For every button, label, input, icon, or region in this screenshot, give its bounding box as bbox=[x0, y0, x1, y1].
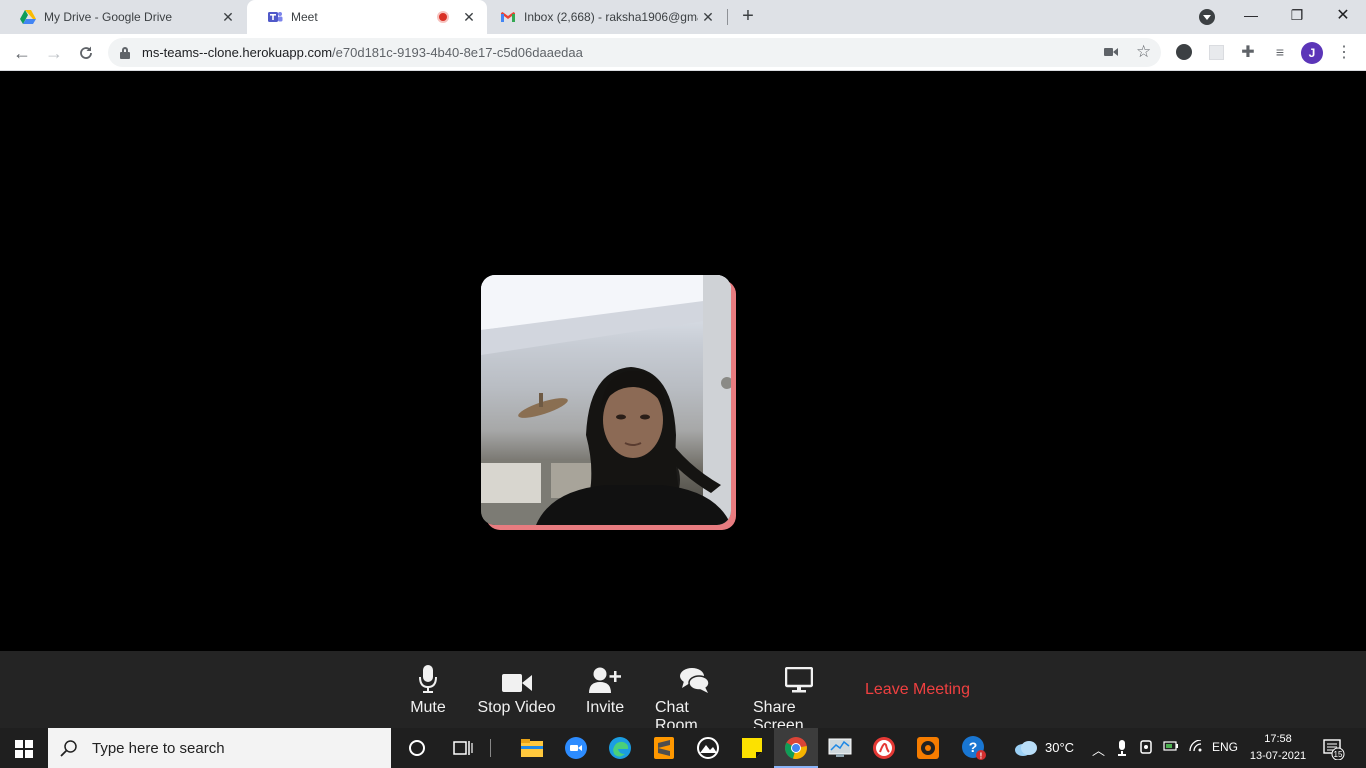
svg-text:!: ! bbox=[980, 752, 983, 761]
chat-room-button[interactable]: Chat Room bbox=[655, 663, 734, 735]
close-tab-icon[interactable]: ✕ bbox=[459, 7, 479, 27]
invite-label: Invite bbox=[585, 699, 625, 716]
share-screen-button[interactable]: Share Screen bbox=[753, 663, 845, 735]
search-icon bbox=[60, 740, 77, 757]
browser-toolbar: ← → ms-teams--clone.herokuapp.com/e70d18… bbox=[0, 34, 1366, 71]
new-tab-button[interactable]: + bbox=[737, 6, 759, 28]
photos-app-icon[interactable] bbox=[695, 736, 721, 760]
reload-icon bbox=[80, 46, 92, 59]
chrome-browser-icon[interactable] bbox=[783, 736, 809, 760]
chat-bubbles-icon bbox=[679, 668, 710, 693]
clock-date: 13-07-2021 bbox=[1249, 750, 1307, 762]
stop-video-button[interactable]: Stop Video bbox=[477, 663, 556, 717]
gmail-icon bbox=[501, 12, 515, 22]
weather-temperature[interactable]: 30°C bbox=[1045, 740, 1074, 755]
tab-gmail[interactable]: Inbox (2,668) - raksha1906@gma ✕ bbox=[488, 0, 726, 34]
sticky-notes-icon[interactable] bbox=[739, 736, 765, 760]
browser-menu-icon[interactable]: ⋮ bbox=[1334, 42, 1354, 62]
battery-icon[interactable] bbox=[1163, 740, 1179, 755]
acrobat-reader-icon[interactable] bbox=[871, 736, 897, 760]
profile-avatar[interactable]: J bbox=[1301, 42, 1323, 64]
edge-browser-icon[interactable] bbox=[607, 736, 633, 760]
wifi-icon[interactable] bbox=[1189, 739, 1203, 755]
restore-button[interactable]: ❐ bbox=[1274, 0, 1320, 30]
microphone-icon bbox=[419, 665, 437, 693]
close-window-button[interactable]: ✕ bbox=[1320, 0, 1366, 30]
close-tab-icon[interactable]: ✕ bbox=[698, 7, 718, 27]
cortana-icon[interactable] bbox=[404, 736, 430, 760]
search-placeholder: Type here to search bbox=[92, 739, 225, 757]
task-view-icon[interactable] bbox=[450, 736, 476, 760]
extension-icon[interactable] bbox=[1206, 42, 1226, 62]
windows-start-icon[interactable] bbox=[15, 740, 33, 758]
recording-indicator-icon bbox=[437, 11, 449, 23]
tab-title: Meet bbox=[291, 10, 318, 24]
tab-google-drive[interactable]: My Drive - Google Drive ✕ bbox=[0, 0, 246, 34]
system-clock[interactable]: 17:58 13-07-2021 bbox=[1244, 731, 1312, 765]
tab-separator bbox=[727, 9, 728, 25]
media-player-icon[interactable] bbox=[915, 736, 941, 760]
help-app-icon[interactable]: ?! bbox=[961, 736, 987, 760]
zoom-app-icon[interactable] bbox=[563, 736, 589, 760]
forward-button[interactable]: → bbox=[41, 40, 67, 66]
svg-text:?: ? bbox=[969, 739, 978, 755]
video-camera-icon bbox=[501, 674, 532, 692]
notification-center-icon[interactable]: 15 bbox=[1323, 738, 1345, 761]
windows-taskbar: Type here to search ?! 30°C ︿ ENG 17:58 … bbox=[0, 728, 1366, 768]
weather-cloud-icon[interactable] bbox=[1013, 736, 1039, 760]
notification-count: 15 bbox=[1334, 750, 1343, 759]
extensions-puzzle-icon[interactable]: ✚ bbox=[1238, 42, 1258, 62]
address-bar[interactable]: ms-teams--clone.herokuapp.com/e70d181c-9… bbox=[108, 38, 1161, 67]
mute-label: Mute bbox=[410, 699, 446, 716]
taskbar-search-box[interactable]: Type here to search bbox=[48, 728, 391, 768]
participant-video-tile bbox=[481, 275, 737, 531]
tab-title: Inbox (2,668) - raksha1906@gma bbox=[524, 10, 698, 24]
stop-video-label: Stop Video bbox=[477, 699, 556, 716]
taskbar-divider bbox=[484, 736, 496, 760]
tab-meet[interactable]: Meet ✕ bbox=[247, 0, 487, 34]
leave-meeting-button[interactable]: Leave Meeting bbox=[865, 681, 970, 699]
camera-tray-icon[interactable] bbox=[1140, 740, 1154, 757]
sublime-text-icon[interactable] bbox=[651, 736, 677, 760]
url-text[interactable]: ms-teams--clone.herokuapp.com/e70d181c-9… bbox=[142, 45, 583, 60]
lock-icon bbox=[120, 46, 130, 59]
meeting-stage bbox=[0, 72, 1366, 651]
clock-time: 17:58 bbox=[1264, 733, 1292, 745]
microphone-tray-icon[interactable] bbox=[1117, 740, 1127, 759]
add-user-icon bbox=[589, 667, 621, 693]
reload-button[interactable] bbox=[73, 40, 99, 66]
bookmark-star-icon[interactable]: ☆ bbox=[1136, 42, 1151, 62]
minimize-button[interactable]: — bbox=[1228, 0, 1274, 30]
monitor-icon bbox=[785, 667, 813, 693]
file-explorer-icon[interactable] bbox=[519, 736, 545, 760]
participant-video-frame-icon bbox=[481, 275, 731, 525]
camera-in-use-icon[interactable] bbox=[1104, 46, 1118, 58]
language-indicator[interactable]: ENG bbox=[1212, 740, 1238, 754]
participant-video bbox=[481, 275, 731, 525]
invite-button[interactable]: Invite bbox=[585, 663, 625, 717]
mute-button[interactable]: Mute bbox=[409, 663, 447, 717]
google-drive-icon bbox=[20, 10, 36, 24]
teams-icon bbox=[268, 12, 283, 22]
tab-search-icon[interactable] bbox=[1199, 9, 1215, 25]
tab-title: My Drive - Google Drive bbox=[44, 10, 173, 24]
meeting-control-bar: Mute Stop Video Invite Chat Room Share S… bbox=[0, 651, 1366, 734]
system-monitor-icon[interactable] bbox=[827, 736, 853, 760]
show-hidden-icons-icon[interactable]: ︿ bbox=[1092, 740, 1105, 759]
browser-tab-strip: My Drive - Google Drive ✕ Meet ✕ Inbox (… bbox=[0, 0, 1366, 34]
media-control-icon[interactable]: ≡ bbox=[1270, 42, 1290, 62]
close-tab-icon[interactable]: ✕ bbox=[218, 7, 238, 27]
extension-icon[interactable] bbox=[1174, 42, 1194, 62]
back-button[interactable]: ← bbox=[9, 40, 35, 66]
